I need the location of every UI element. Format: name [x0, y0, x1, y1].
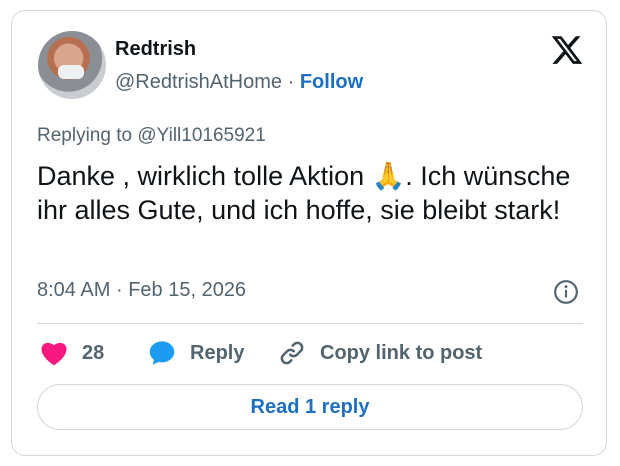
divider [37, 323, 583, 324]
follow-button[interactable]: Follow [300, 71, 363, 93]
reply-label: Reply [190, 341, 245, 364]
reply-button[interactable]: Reply [148, 338, 244, 368]
copy-link-label: Copy link to post [320, 341, 483, 364]
x-logo-icon[interactable] [549, 33, 585, 67]
replying-mention[interactable]: @Yill10165921 [137, 125, 265, 146]
avatar-face-mask [58, 65, 84, 79]
author-handle-row: @RedtrishAtHome · Follow [115, 71, 363, 94]
tweet-text-part-1: Danke , wirklich tolle Aktion [37, 161, 372, 191]
tweet-time[interactable]: 8:04 AM [37, 279, 110, 301]
link-icon [280, 341, 304, 365]
reply-bubble-icon [149, 341, 175, 365]
handle-separator: · [287, 71, 295, 93]
tweet-date[interactable]: Feb 15, 2026 [128, 279, 246, 301]
tweet-text: Danke , wirklich tolle Aktion 🙏. Ich wün… [37, 159, 597, 227]
praying-hands-emoji: 🙏 [371, 161, 406, 191]
like-button[interactable]: 28 [40, 338, 104, 368]
heart-icon [41, 342, 67, 366]
avatar[interactable] [38, 31, 106, 99]
tweet-card: Redtrish @RedtrishAtHome · Follow Replyi… [11, 10, 607, 456]
replying-to: Replying to @Yill10165921 [37, 125, 266, 147]
like-count: 28 [82, 341, 105, 364]
read-replies-button[interactable]: Read 1 reply [37, 384, 583, 430]
time-separator: · [115, 279, 123, 301]
info-icon[interactable] [553, 279, 579, 305]
author-handle[interactable]: @RedtrishAtHome [115, 71, 282, 93]
author-name[interactable]: Redtrish [115, 38, 196, 61]
copy-link-button[interactable]: Copy link to post [278, 338, 482, 368]
replying-prefix: Replying to [37, 125, 133, 146]
timestamp[interactable]: 8:04 AM · Feb 15, 2026 [37, 279, 246, 302]
